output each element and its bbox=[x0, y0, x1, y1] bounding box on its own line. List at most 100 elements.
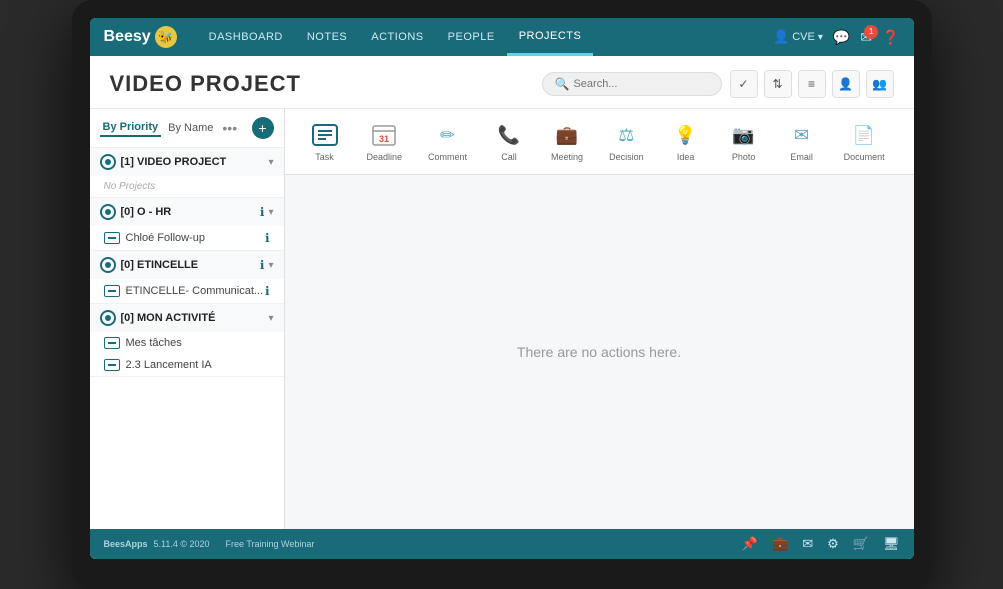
email-label: Email bbox=[790, 152, 813, 162]
nav-projects[interactable]: PROJECTS bbox=[507, 18, 594, 56]
sidebar-more-button[interactable]: ••• bbox=[222, 120, 237, 136]
project-group-activite: [0] MON ACTIVITÉ ▾ Mes tâches 2.3 Lancem… bbox=[90, 304, 284, 377]
bottom-bar: BeesApps 5.11.4 © 2020 Free Training Web… bbox=[90, 529, 914, 559]
project-name-etincelle: [0] ETINCELLE bbox=[121, 259, 260, 271]
main-content-area: There are no actions here. bbox=[285, 175, 914, 529]
action-type-task[interactable]: Task bbox=[301, 117, 349, 166]
main-body: By Priority By Name ••• + [1] VIDEO PROJ… bbox=[90, 109, 914, 529]
photo-icon: 📷 bbox=[728, 121, 760, 149]
sub-item-etincelle-comm[interactable]: ETINCELLE- Communicat... ℹ bbox=[90, 279, 284, 303]
project-info-etincelle[interactable]: ℹ bbox=[260, 258, 265, 272]
action-type-deadline[interactable]: 31 Deadline bbox=[359, 117, 411, 166]
sub-item-icon-lancement-ia bbox=[104, 359, 120, 371]
svg-text:31: 31 bbox=[379, 134, 389, 144]
bottom-training-link[interactable]: Free Training Webinar bbox=[226, 539, 315, 549]
sub-item-mes-taches[interactable]: Mes tâches bbox=[90, 332, 284, 354]
action-type-meeting[interactable]: 💼 Meeting bbox=[543, 117, 591, 166]
project-chevron-video: ▾ bbox=[268, 157, 273, 168]
sidebar-toolbar: By Priority By Name ••• + bbox=[90, 109, 284, 148]
project-group-etincelle: [0] ETINCELLE ℹ ▾ ETINCELLE- Communicat.… bbox=[90, 251, 284, 304]
bottom-pin-icon[interactable]: 📌 bbox=[742, 536, 758, 552]
action-type-document[interactable]: 📄 Document bbox=[836, 117, 893, 166]
deadline-icon: 31 bbox=[368, 121, 400, 149]
search-box[interactable]: 🔍 bbox=[542, 72, 722, 96]
action-type-decision[interactable]: ⚖ Decision bbox=[601, 117, 652, 166]
comment-icon: ✏ bbox=[432, 121, 464, 149]
project-header-hr[interactable]: [0] O - HR ℹ ▾ bbox=[90, 198, 284, 226]
tab-by-priority[interactable]: By Priority bbox=[100, 119, 162, 137]
page-title: VIDEO PROJECT bbox=[110, 71, 301, 97]
action-type-call[interactable]: 📞 Call bbox=[485, 117, 533, 166]
help-button[interactable]: ❓ bbox=[882, 29, 899, 46]
nav-actions[interactable]: ACTIONS bbox=[359, 18, 435, 56]
document-label: Document bbox=[844, 152, 885, 162]
task-icon bbox=[309, 121, 341, 149]
decision-icon: ⚖ bbox=[610, 121, 642, 149]
tab-by-name[interactable]: By Name bbox=[165, 120, 216, 136]
project-header-video[interactable]: [1] VIDEO PROJECT ▾ bbox=[90, 148, 284, 176]
project-header-etincelle[interactable]: [0] ETINCELLE ℹ ▾ bbox=[90, 251, 284, 279]
top-navigation: Beesy 🐝 DASHBOARD NOTES ACTIONS PEOPLE P… bbox=[90, 18, 914, 56]
user-menu[interactable]: 👤 CVE ▾ bbox=[773, 29, 823, 45]
project-group-hr: [0] O - HR ℹ ▾ Chloé Follow-up ℹ bbox=[90, 198, 284, 251]
project-chevron-activite: ▾ bbox=[268, 313, 273, 324]
share-icon-btn[interactable]: 👤 bbox=[832, 70, 860, 98]
project-chevron-hr: ▾ bbox=[268, 207, 273, 218]
bottom-cart-icon[interactable]: 🛒 bbox=[853, 536, 869, 552]
sort-icon-btn[interactable]: ⇅ bbox=[764, 70, 792, 98]
nav-dashboard[interactable]: DASHBOARD bbox=[197, 18, 295, 56]
action-area: Task 31 Deadline bbox=[285, 109, 914, 529]
sub-item-label-chloe: Chloé Follow-up bbox=[126, 232, 205, 244]
action-type-photo[interactable]: 📷 Photo bbox=[720, 117, 768, 166]
filter-icon-btn[interactable]: ✓ bbox=[730, 70, 758, 98]
project-header-activite[interactable]: [0] MON ACTIVITÉ ▾ bbox=[90, 304, 284, 332]
sub-item-label-mes-taches: Mes tâches bbox=[126, 337, 182, 349]
bottom-right-icons: 📌 💼 ✉ ⚙ 🛒 🖥 bbox=[742, 536, 900, 552]
project-info-hr[interactable]: ℹ bbox=[260, 205, 265, 219]
project-chevron-etincelle: ▾ bbox=[268, 260, 273, 271]
project-icon-activite bbox=[100, 310, 116, 326]
nav-people[interactable]: PEOPLE bbox=[436, 18, 507, 56]
sub-item-icon-chloe bbox=[104, 232, 120, 244]
sidebar-add-button[interactable]: + bbox=[252, 117, 274, 139]
sub-item-lancement-ia[interactable]: 2.3 Lancement IA bbox=[90, 354, 284, 376]
sub-item-chloe[interactable]: Chloé Follow-up ℹ bbox=[90, 226, 284, 250]
call-icon: 📞 bbox=[493, 121, 525, 149]
logo: Beesy 🐝 bbox=[104, 26, 177, 48]
action-toolbar: Task 31 Deadline bbox=[285, 109, 914, 175]
action-type-idea[interactable]: 💡 Idea bbox=[662, 117, 710, 166]
header-icons: ✓ ⇅ ≡ 👤 👥 bbox=[730, 70, 894, 98]
bottom-settings-icon[interactable]: ⚙ bbox=[827, 536, 839, 552]
sidebar: By Priority By Name ••• + [1] VIDEO PROJ… bbox=[90, 109, 285, 529]
bottom-briefcase-icon[interactable]: 💼 bbox=[772, 536, 788, 552]
header-right: 🔍 ✓ ⇅ ≡ 👤 👥 bbox=[542, 70, 894, 98]
nav-links: DASHBOARD NOTES ACTIONS PEOPLE PROJECTS bbox=[197, 18, 773, 56]
logo-icon: 🐝 bbox=[155, 26, 177, 48]
bottom-mail-icon[interactable]: ✉ bbox=[802, 536, 813, 552]
bottom-display-icon[interactable]: 🖥 bbox=[883, 536, 900, 552]
action-type-comment[interactable]: ✏ Comment bbox=[420, 117, 475, 166]
comment-label: Comment bbox=[428, 152, 467, 162]
sub-item-info-chloe[interactable]: ℹ bbox=[265, 231, 270, 245]
bottom-version: 5.11.4 © 2020 bbox=[154, 539, 210, 549]
idea-icon: 💡 bbox=[670, 121, 702, 149]
logo-text: Beesy bbox=[104, 28, 151, 46]
action-type-email[interactable]: ✉ Email bbox=[778, 117, 826, 166]
decision-label: Decision bbox=[609, 152, 644, 162]
bottom-logo: BeesApps bbox=[104, 539, 148, 549]
idea-label: Idea bbox=[677, 152, 695, 162]
sub-item-icon-mes-taches bbox=[104, 337, 120, 349]
project-name-hr: [0] O - HR bbox=[121, 206, 260, 218]
group-icon-btn[interactable]: 👥 bbox=[866, 70, 894, 98]
sub-item-info-etincelle[interactable]: ℹ bbox=[265, 284, 270, 298]
notifications-button[interactable]: ✉ 1 bbox=[860, 29, 872, 46]
search-input[interactable] bbox=[573, 78, 708, 90]
list-icon-btn[interactable]: ≡ bbox=[798, 70, 826, 98]
deadline-label: Deadline bbox=[367, 152, 403, 162]
nav-notes[interactable]: NOTES bbox=[295, 18, 359, 56]
meeting-label: Meeting bbox=[551, 152, 583, 162]
task-label: Task bbox=[315, 152, 334, 162]
sub-item-icon-etincelle bbox=[104, 285, 120, 297]
project-icon-hr bbox=[100, 204, 116, 220]
messages-button[interactable]: 💬 bbox=[833, 29, 850, 46]
